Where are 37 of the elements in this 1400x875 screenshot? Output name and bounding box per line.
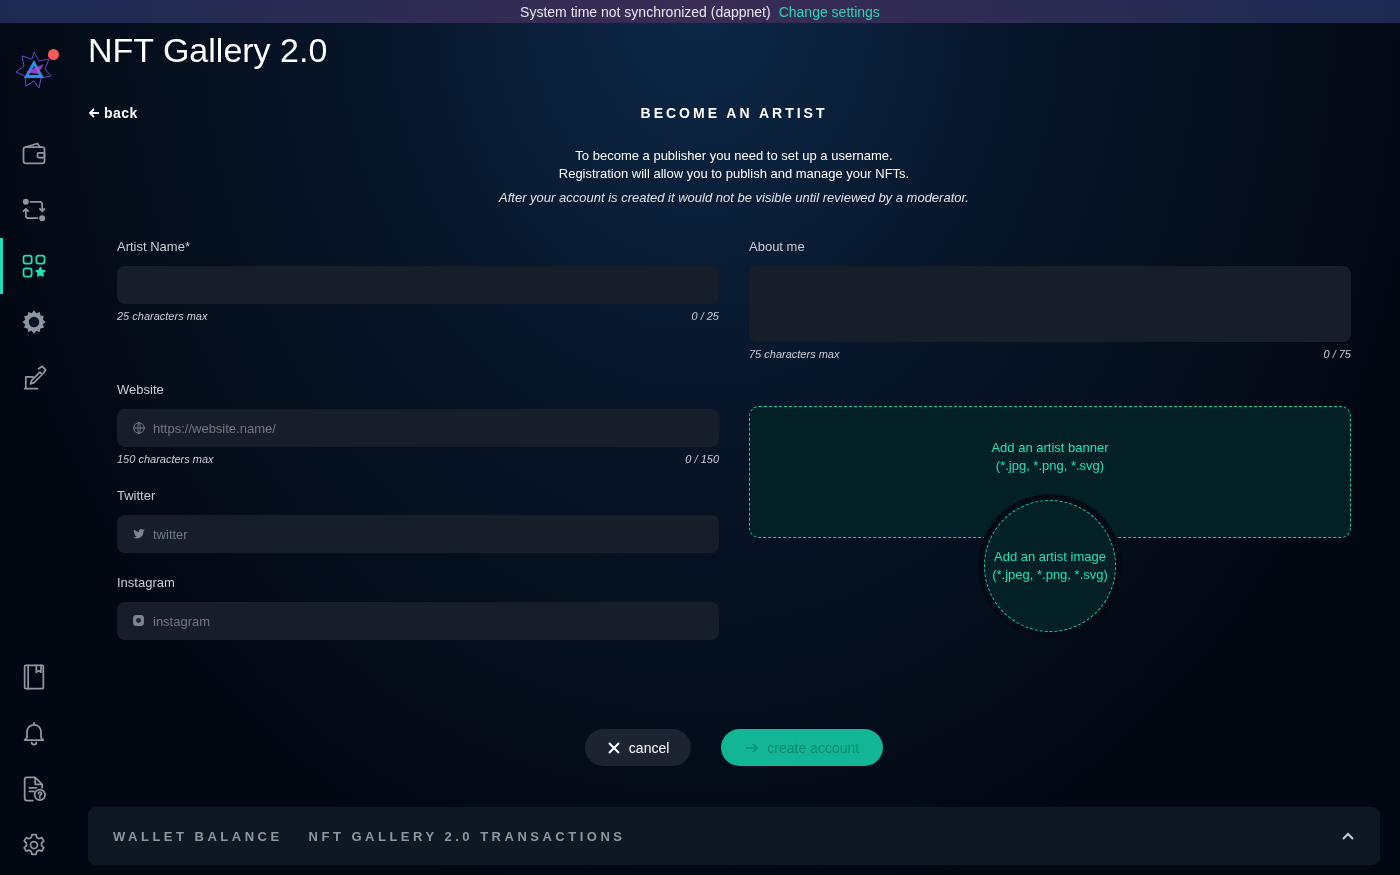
section-heading: BECOME AN ARTIST xyxy=(640,105,828,121)
close-icon xyxy=(606,740,621,755)
arrow-icon xyxy=(745,740,760,755)
field-label: Artist Name* xyxy=(117,239,191,256)
gear-icon xyxy=(20,308,48,336)
character-limit: 150 characters max xyxy=(117,453,214,466)
character-counter: 0 / 25 xyxy=(691,310,719,323)
swap-icon xyxy=(20,196,48,224)
cancel-button[interactable]: cancel xyxy=(584,729,692,766)
back-button[interactable]: back xyxy=(88,105,138,121)
panel-tab[interactable]: NFT GALLERY 2.0 TRANSACTIONS xyxy=(308,828,626,844)
logo-icon xyxy=(14,50,54,90)
change-settings-link[interactable]: Change settings xyxy=(778,3,880,20)
moderation-note: After your account is created it would not be visible until reviewed by a moderator. xyxy=(499,189,969,207)
field-label: Instagram xyxy=(117,575,176,592)
sync-warning: System time not synchronized (dappnet) xyxy=(520,3,771,20)
panel-tab[interactable]: WALLET BALANCE xyxy=(113,828,283,844)
apps-icon xyxy=(20,252,48,280)
input-field[interactable] xyxy=(117,266,719,304)
page-title: NFT Gallery 2.0 xyxy=(88,31,329,71)
intro-text: Registration will allow you to publish and manage your NFTs. xyxy=(558,165,910,183)
camera-icon xyxy=(132,614,145,627)
field-label: About me xyxy=(749,239,806,256)
field-label: Website xyxy=(117,382,165,399)
character-counter: 0 / 150 xyxy=(685,453,719,466)
field-label: Twitter xyxy=(117,488,157,505)
globe-icon xyxy=(132,421,146,435)
input-field[interactable]: twitter xyxy=(117,515,719,553)
input-field[interactable]: https://website.name/ xyxy=(117,409,719,447)
banner-upload[interactable]: Add an artist banner (*.jpg, *.png, *.svg) xyxy=(749,406,1351,538)
character-limit: 25 characters max xyxy=(117,310,208,323)
intro-text: To become a publisher you need to set up a username. xyxy=(575,147,893,165)
bird-icon xyxy=(132,527,146,541)
back-arrow-icon xyxy=(88,107,100,119)
character-limit: 75 characters max xyxy=(749,348,840,361)
character-counter: 0 / 75 xyxy=(1323,348,1351,361)
input-field[interactable]: instagram xyxy=(117,602,719,640)
